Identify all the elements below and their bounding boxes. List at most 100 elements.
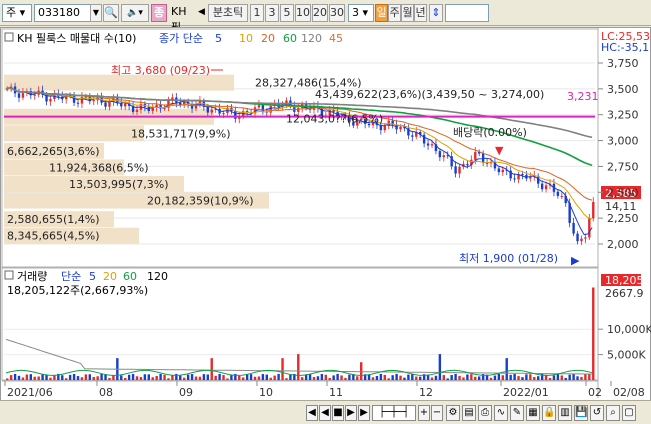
first-icon[interactable]: ◀ (306, 405, 318, 421)
save-icon[interactable]: 💾 (574, 405, 588, 421)
volume-bar (324, 374, 327, 380)
volume-bar (29, 374, 32, 380)
volume-bar (65, 378, 68, 380)
volume-bar (183, 377, 186, 380)
volume-bar (72, 373, 76, 380)
volume-profile-label: 2,580,655(1,4%) (7, 213, 100, 226)
indicator-icon[interactable]: ∿ (494, 405, 508, 421)
chart-canvas[interactable]: 28,327,486(15,4%)12,043,0??(6,5%)18,531,… (1, 28, 651, 424)
chart-area[interactable]: 28,327,486(15,4%) 12,043,0??(6,5%) 18,531,… (0, 27, 651, 424)
code-dropdown-icon[interactable]: ▼ (90, 4, 102, 22)
candle-body (458, 166, 461, 174)
last-volume-pct: 2667.9 (605, 287, 644, 300)
last-icon[interactable]: ▶ (358, 405, 370, 421)
scroll-control-bar: ◀ ◀ ■ ▶ ▶ ├─┼─┤ + − ⚙ ▤ ⎙ ∿ ✎ ▦ 🔒 ▥ 💾 ↺ … (0, 400, 651, 424)
x-tick-label: 12 (419, 386, 433, 399)
dividend-marker-icon: ▼ (495, 144, 504, 157)
volume-bar (9, 375, 13, 380)
interval-30[interactable]: 30 (329, 4, 345, 22)
search-icon[interactable]: 🔍 (103, 4, 119, 22)
volume-bar (513, 373, 516, 380)
last-volume-label: 18,205 (605, 274, 644, 287)
grid-icon[interactable]: ▦ (526, 405, 540, 421)
volume-bar (556, 373, 560, 380)
zoom-slider[interactable]: ├─┼─┤ (372, 405, 416, 421)
interval-3[interactable]: 3 (265, 4, 279, 22)
lock-icon[interactable]: 🔒 (542, 405, 556, 421)
volume-bar (281, 358, 284, 380)
prev-icon[interactable]: ◀ (319, 405, 331, 421)
candle-body (584, 237, 587, 239)
updown-arrow-icon[interactable]: ⇕ (429, 4, 443, 22)
zoom-in-icon[interactable]: + (418, 405, 430, 421)
volume-bar (76, 376, 80, 380)
window-icon[interactable]: ▢ (622, 405, 636, 421)
interval-20[interactable]: 20 (312, 4, 328, 22)
day-tab[interactable]: 일 (375, 4, 388, 22)
count-select[interactable]: 3 ▾ (348, 4, 374, 22)
candle-body (588, 218, 591, 238)
period-tab[interactable]: 분초틱 (208, 4, 248, 22)
range-note: 43,439,622(23,6%)(3,439,50 ~ 3,274,00) (315, 88, 544, 101)
ref-price-label: 3,231 (567, 90, 599, 103)
volume-bar (96, 376, 99, 380)
volume-bar (167, 378, 170, 380)
volume-bar (533, 377, 536, 380)
volume-bar (53, 375, 56, 380)
volume-bar (206, 374, 209, 380)
table-icon[interactable]: ▥ (558, 405, 572, 421)
restore-icon[interactable]: ↺ (590, 405, 604, 421)
stop-icon[interactable]: ■ (332, 405, 344, 421)
volume-bar (265, 374, 268, 380)
ma-period-label: 20 (261, 32, 275, 45)
print-icon[interactable]: ⎙ (478, 405, 492, 421)
interval-5[interactable]: 5 (280, 4, 294, 22)
stock-info-icon[interactable]: 종 (151, 4, 167, 22)
volume-profile-bar (4, 125, 144, 142)
volume-bar (131, 374, 135, 380)
volume-bar (521, 377, 524, 380)
volume-bar (37, 376, 40, 380)
volume-bar (466, 374, 469, 380)
market-select[interactable]: 주 ▾ (2, 4, 32, 22)
interval-1[interactable]: 1 (250, 4, 264, 22)
speaker-icon[interactable]: 🔈▾ (121, 4, 149, 22)
volume-bar (419, 376, 422, 380)
x-tick-label: 2022/01 (503, 386, 549, 399)
draw-icon[interactable]: ✎ (510, 405, 524, 421)
volume-bar (269, 377, 272, 380)
price-tick-label: 3,500 (607, 83, 639, 96)
interval-10[interactable]: 10 (295, 4, 311, 22)
volume-bar (493, 375, 497, 380)
volume-bar (143, 374, 147, 380)
month-tab[interactable]: 월 (401, 4, 414, 22)
week-tab[interactable]: 주 (388, 4, 401, 22)
magnify-icon[interactable]: ⌕ (606, 405, 620, 421)
candle-body (257, 105, 261, 108)
volume-bar (568, 374, 571, 380)
candle-body (383, 126, 386, 131)
price-panel-title: KH 필룩스 매물대 수(10) (17, 32, 136, 45)
volume-bar (592, 287, 595, 380)
candle-body (442, 155, 445, 158)
candle-body (120, 103, 123, 107)
volume-bar (100, 374, 103, 380)
volume-bar (139, 376, 143, 380)
volume-bar (497, 373, 501, 380)
candle-body (17, 93, 21, 98)
volume-bar (194, 376, 198, 380)
year-tab[interactable]: 년 (414, 4, 427, 22)
x-tick-label: 02 (588, 386, 602, 399)
candle-body (544, 185, 548, 190)
candle-body (430, 144, 434, 146)
settings-icon[interactable]: ⚙ (446, 405, 460, 421)
next-icon[interactable]: ▶ (345, 405, 357, 421)
period-prev-icon[interactable]: ◀ (198, 4, 208, 22)
chart-type-icon[interactable]: ▤ (462, 405, 476, 421)
price-tick-label: 3,750 (607, 57, 639, 70)
candle-body (21, 93, 25, 98)
zoom-out-icon[interactable]: − (431, 405, 443, 421)
price-tick-label: 3,250 (607, 109, 639, 122)
candle-body (108, 101, 111, 107)
date-input[interactable] (445, 4, 489, 22)
